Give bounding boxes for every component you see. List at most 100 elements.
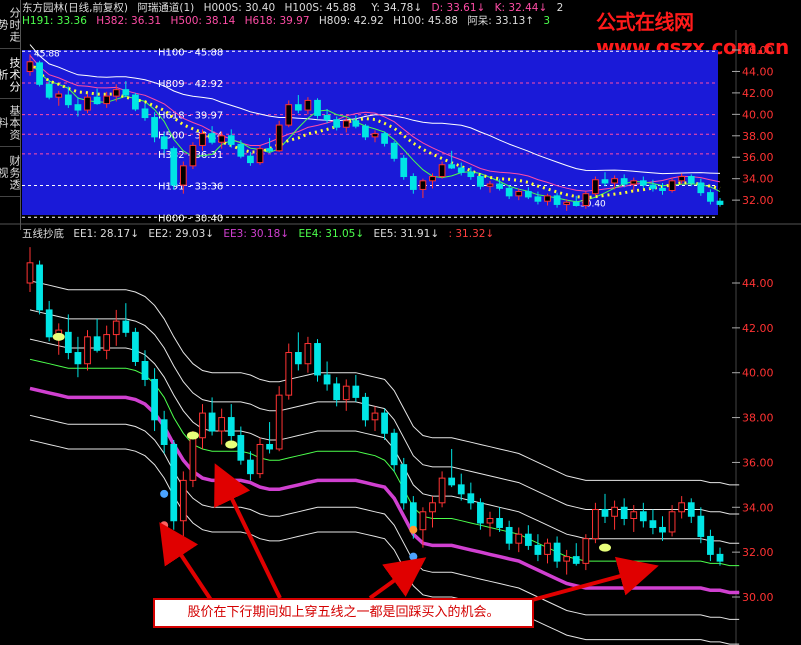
bottom-candle-body bbox=[716, 553, 724, 562]
callout-arrow-1 bbox=[214, 463, 282, 599]
top-candle-body bbox=[419, 180, 427, 190]
bottom-candle-body bbox=[275, 394, 283, 450]
bhdr-1: EE1: 28.17↓ bbox=[73, 228, 140, 240]
bhdr-0: 五线抄底 bbox=[22, 228, 64, 240]
bottom-candle-body bbox=[362, 396, 369, 421]
bottom-candle-body bbox=[199, 412, 206, 439]
bottom-candle-body bbox=[151, 378, 158, 421]
top-candle-body bbox=[400, 157, 408, 178]
bottom-candle-body bbox=[371, 412, 379, 421]
top-candle-body bbox=[84, 96, 91, 111]
level-label-h191: H191 - 33.36 bbox=[158, 182, 223, 193]
bottom-candle-body bbox=[84, 336, 91, 365]
top-candle-body bbox=[707, 192, 714, 202]
bottom-candle-body bbox=[592, 509, 599, 540]
bottom-candle-body bbox=[390, 432, 398, 466]
top-candle-body bbox=[371, 133, 379, 138]
bottom-candle-body bbox=[544, 542, 551, 555]
top-candle-body bbox=[247, 155, 254, 164]
bottom-candle-body bbox=[438, 477, 446, 504]
top-candle-body bbox=[103, 95, 111, 105]
top-candle-body bbox=[151, 117, 158, 138]
top-candle-body bbox=[55, 93, 63, 98]
top-candle-body bbox=[649, 184, 657, 189]
top-candle-body bbox=[524, 191, 532, 198]
bottom-candle-body bbox=[141, 361, 149, 380]
signal-dot bbox=[160, 521, 169, 530]
top-candle-body bbox=[687, 176, 695, 184]
signal-dot bbox=[409, 552, 418, 561]
top-tick-label: 40.00 bbox=[742, 108, 774, 121]
top-candle-body bbox=[620, 178, 628, 185]
top-candle-body bbox=[362, 125, 369, 138]
bottom-candle-body bbox=[496, 518, 503, 528]
bottom-candle-body bbox=[505, 526, 513, 544]
top-candle-body bbox=[390, 142, 398, 159]
bottom-candle-body bbox=[179, 479, 187, 522]
bhdr-3: EE3: 30.18↓ bbox=[223, 228, 290, 240]
top-candle-body bbox=[467, 171, 475, 178]
bottom-candle-body bbox=[457, 484, 465, 495]
top-candle-body bbox=[505, 187, 513, 197]
signal-marker bbox=[225, 440, 238, 449]
bottom-candle-body bbox=[342, 385, 350, 401]
top-candle-body bbox=[26, 61, 34, 72]
top-candle-body bbox=[256, 148, 264, 164]
top-candle-body bbox=[237, 143, 245, 157]
top-candle-body bbox=[160, 136, 168, 150]
bottom-candle-body bbox=[515, 533, 523, 544]
bottom-candle-body bbox=[572, 556, 580, 564]
top-candle-body bbox=[323, 114, 331, 121]
bottom-tick-label: 32.00 bbox=[742, 546, 774, 559]
top-candle-body bbox=[601, 179, 609, 184]
top-tick-label: 36.00 bbox=[742, 151, 774, 164]
bottom-candle-body bbox=[103, 334, 111, 351]
signal-marker bbox=[186, 431, 199, 440]
bottom-candle-body bbox=[601, 509, 609, 517]
stock-chart-window: 分时走势 技术分析 基本资料 财务透视 东方园林(日线,前复权) 阿瑞通道(1)… bbox=[0, 0, 801, 645]
chart-area[interactable]: H100 - 45.88H809 - 42.92H618 - 39.97H500… bbox=[0, 0, 801, 645]
bottom-candle-body bbox=[429, 502, 436, 513]
top-tick-label: 42.00 bbox=[742, 87, 774, 100]
bottom-candle-body bbox=[208, 412, 216, 432]
bottom-candle-body bbox=[649, 520, 657, 528]
bottom-tick-label: 34.00 bbox=[742, 501, 774, 514]
bottom-candle-body bbox=[707, 535, 714, 555]
top-candle-body bbox=[630, 180, 638, 185]
bottom-tick-label: 36.00 bbox=[742, 456, 774, 469]
bottom-band-line-0 bbox=[29, 280, 740, 486]
top-candle-body bbox=[639, 180, 647, 186]
top-candle-body bbox=[668, 180, 676, 191]
top-candle-body bbox=[170, 148, 178, 186]
top-candle-body bbox=[266, 148, 273, 152]
bhdr-2: EE2: 29.03↓ bbox=[148, 228, 215, 240]
top-candle-body bbox=[457, 167, 465, 173]
top-candle-body bbox=[189, 144, 197, 167]
top-candle-body bbox=[697, 182, 705, 194]
top-candle-body bbox=[486, 183, 494, 187]
bottom-candle-body bbox=[409, 502, 417, 531]
bottom-candle-body bbox=[352, 385, 360, 398]
bottom-candle-body bbox=[553, 542, 561, 562]
top-candle-body bbox=[553, 195, 561, 205]
top-candle-body bbox=[544, 195, 551, 202]
top-candle-body bbox=[333, 119, 341, 128]
bottom-candle-body bbox=[132, 331, 139, 363]
bottom-candle-body bbox=[93, 336, 101, 351]
top-candle-body bbox=[659, 187, 666, 191]
top-candle-body bbox=[304, 99, 312, 111]
bottom-candle-body bbox=[45, 309, 53, 338]
bottom-candle-body bbox=[304, 343, 312, 365]
bottom-candle-body bbox=[333, 383, 341, 401]
annotation-callout: 股价在下行期间如上穿五线之一都是回踩买入的机会。 bbox=[153, 598, 534, 628]
bottom-tick-label: 30.00 bbox=[742, 591, 774, 604]
top-candle-body bbox=[429, 176, 436, 182]
signal-marker bbox=[599, 543, 611, 552]
bottom-candle-body bbox=[630, 511, 638, 519]
top-panel-background bbox=[22, 50, 718, 215]
bottom-candle-body bbox=[189, 437, 197, 481]
level-label-h100: H100 - 45.88 bbox=[158, 47, 223, 58]
top-candle-body bbox=[572, 201, 580, 206]
top-candle-body bbox=[563, 201, 571, 205]
bottom-candle-body bbox=[563, 556, 571, 562]
